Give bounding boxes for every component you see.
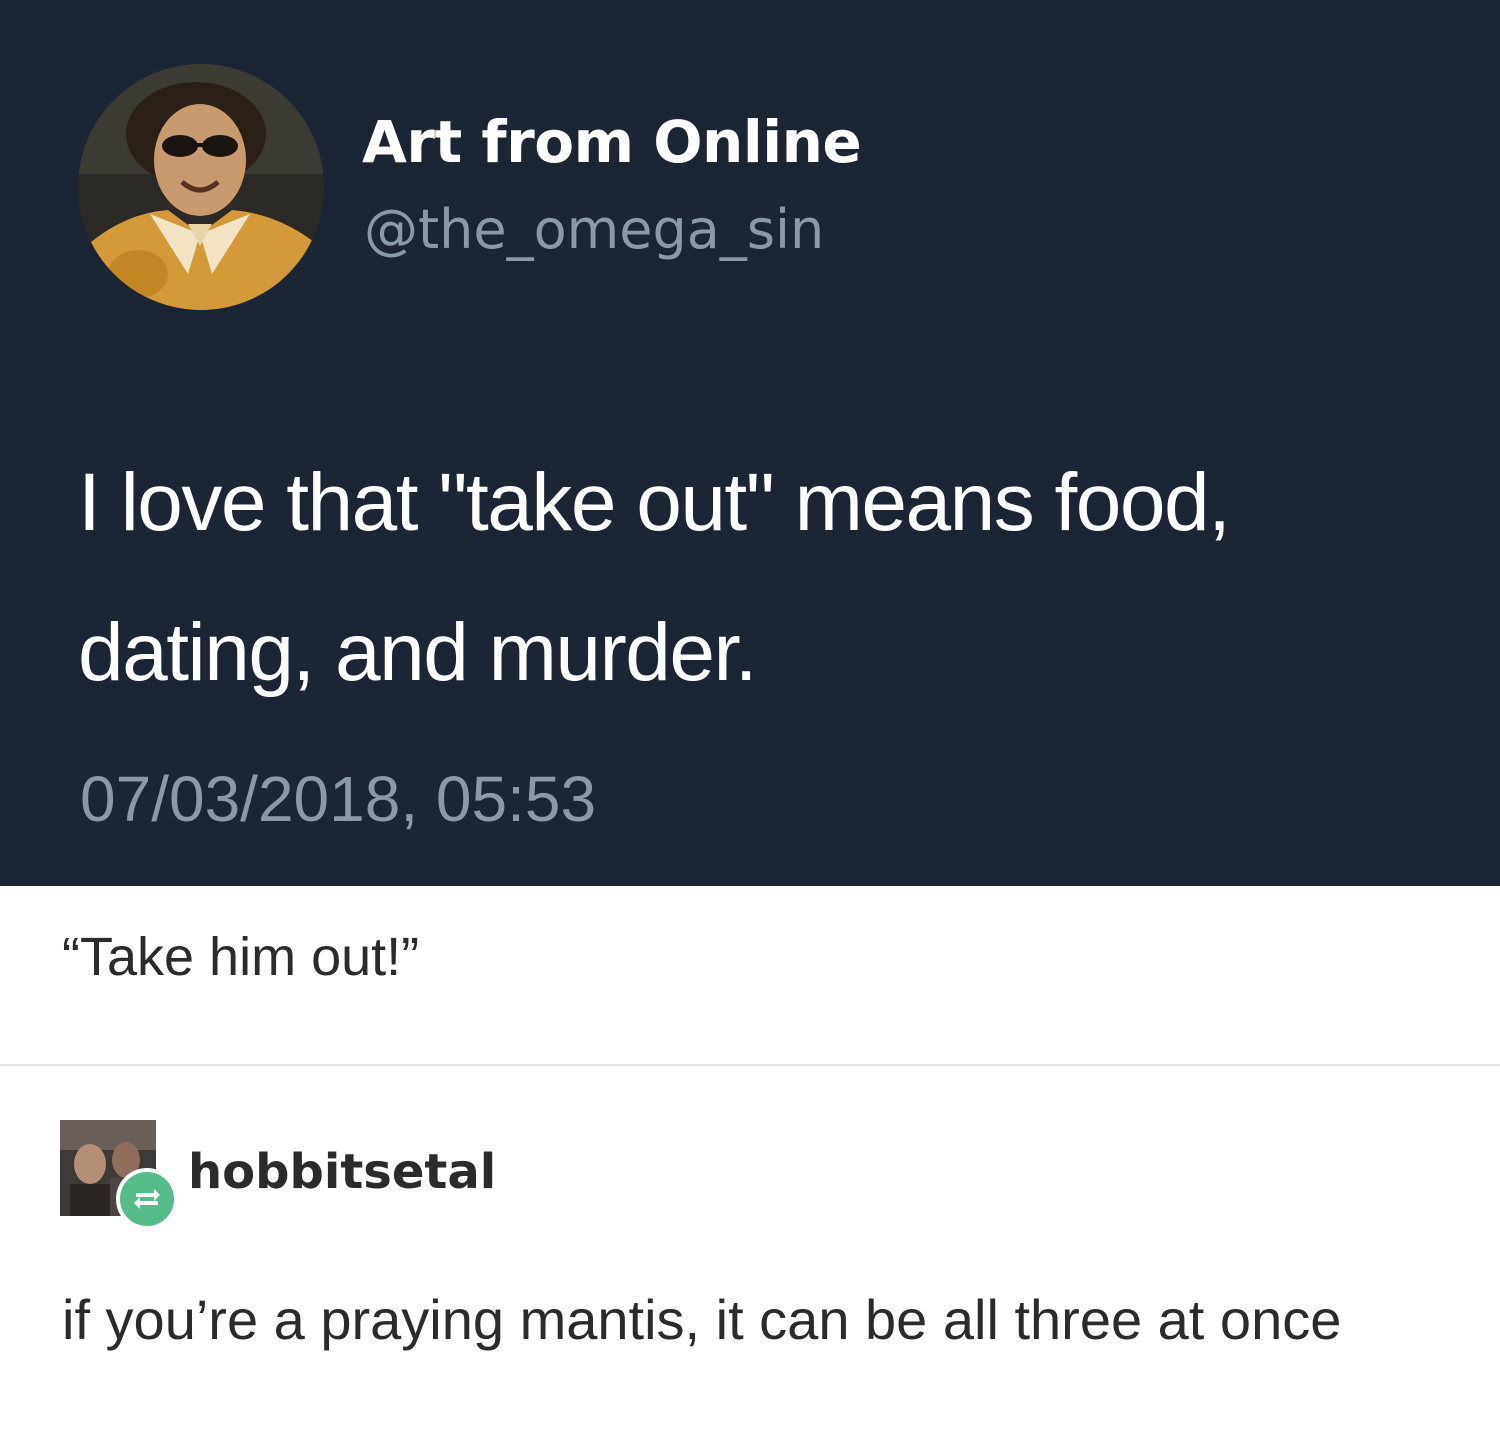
user-handle[interactable]: @the_omega_sin <box>364 198 824 261</box>
tweet-card: Art from Online @the_omega_sin I love th… <box>0 0 1500 886</box>
reply-text: if you’re a praying mantis, it can be al… <box>62 1288 1342 1351</box>
display-name[interactable]: Art from Online <box>362 108 862 176</box>
tweet-text: I love that "take out" means food, datin… <box>78 457 1231 698</box>
profile-photo-icon <box>78 64 324 310</box>
quote-text: “Take him out!” <box>62 927 420 987</box>
tweet-timestamp[interactable]: 07/03/2018, 05:53 <box>80 762 596 836</box>
reply-username[interactable]: hobbitsetal <box>188 1144 496 1200</box>
reblog-icon <box>116 1168 178 1230</box>
reply-post: hobbitsetal if you’re a praying mantis, … <box>0 1066 1500 1437</box>
tweet-avatar[interactable] <box>78 64 324 310</box>
quote-post: “Take him out!” <box>0 886 1500 1066</box>
